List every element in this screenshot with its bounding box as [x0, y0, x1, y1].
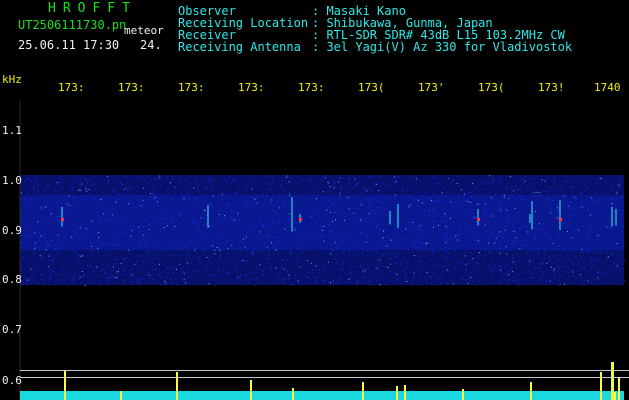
count-value: 24. — [140, 38, 162, 52]
signal-spike — [120, 391, 122, 400]
spectrogram-plot — [19, 100, 625, 400]
antenna-value: : 3el Yagi(V) Az 330 for Vladivostok — [312, 40, 573, 54]
signal-spike — [396, 386, 398, 400]
freq-tick: 0.8 — [2, 273, 22, 286]
time-tick: 173( — [478, 81, 505, 94]
meteor-echo-core — [477, 218, 480, 221]
freq-tick: 0.9 — [2, 224, 22, 237]
signal-spike — [362, 382, 364, 400]
meteor-echo-core — [299, 218, 302, 221]
app-title: HROFFT — [48, 1, 137, 16]
freq-tick: 1.0 — [2, 174, 22, 187]
time-tick: 173( — [358, 81, 385, 94]
freq-tick: 0.7 — [2, 323, 22, 336]
noise-core — [20, 195, 624, 250]
time-tick: 173' — [418, 81, 445, 94]
reference-line — [20, 370, 629, 371]
signal-spike — [404, 385, 406, 400]
signal-spike — [462, 389, 464, 400]
signal-peak — [611, 362, 614, 400]
file-name: UT2506111730.pn — [18, 18, 127, 32]
time-tick: 173: — [298, 81, 325, 94]
freq-tick: 0.6 — [2, 374, 22, 387]
time-tick: 173! — [538, 81, 565, 94]
date-time: 25.06.11 17:30 — [18, 38, 120, 52]
time-tick: 173: — [238, 81, 265, 94]
signal-spike — [614, 392, 616, 400]
meteor-echo-core — [559, 218, 562, 221]
signal-spike — [64, 371, 66, 400]
signal-spike — [250, 380, 252, 400]
signal-spike — [530, 382, 532, 400]
signal-spike — [292, 388, 294, 400]
antenna-label: Receiving Antenna — [178, 40, 301, 54]
freq-tick: 1.1 — [2, 124, 22, 137]
mode-label: meteor — [124, 24, 164, 37]
reference-line — [20, 377, 629, 378]
axis-unit-label: kHz — [2, 73, 22, 86]
time-tick: 173: — [58, 81, 85, 94]
signal-strength-strip — [20, 391, 624, 400]
time-tick: 173: — [178, 81, 205, 94]
signal-spike — [618, 377, 620, 400]
time-tick: 1740 — [594, 81, 621, 94]
meteor-echo-core — [61, 218, 64, 221]
time-tick: 173: — [118, 81, 145, 94]
hrofft-window: HROFFT UT2506111730.pn meteor 25.06.11 1… — [0, 0, 629, 400]
